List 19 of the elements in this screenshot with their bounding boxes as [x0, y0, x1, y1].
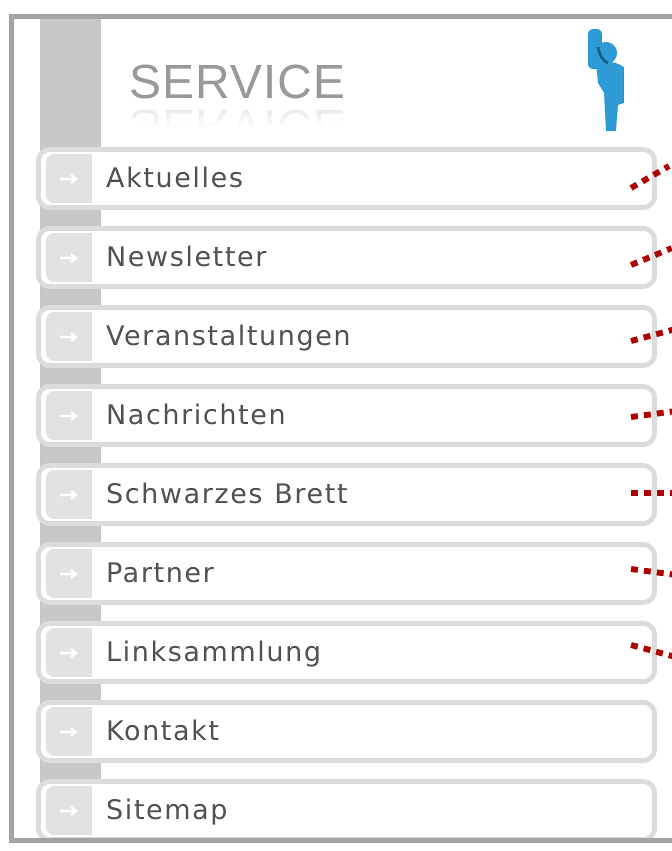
- menu-item[interactable]: Linksammlung: [36, 621, 657, 684]
- menu-item[interactable]: Aktuelles: [36, 147, 657, 210]
- arrow-right-icon: [59, 804, 79, 816]
- menu-item[interactable]: Nachrichten: [36, 384, 657, 447]
- menu-item[interactable]: Veranstaltungen: [36, 305, 657, 368]
- menu-item[interactable]: Newsletter: [36, 226, 657, 289]
- arrow-right-icon: [59, 726, 79, 738]
- menu-item[interactable]: Sitemap: [36, 779, 657, 838]
- menu-item[interactable]: Partner: [36, 542, 657, 605]
- arrow-right-icon: [59, 172, 79, 184]
- arrow-right-icon: [59, 410, 79, 422]
- arrow-right-icon: [59, 330, 79, 342]
- arrow-right-icon: [59, 646, 79, 658]
- service-heading: SERVICE: [129, 55, 346, 110]
- menu-item[interactable]: Kontakt: [36, 700, 657, 763]
- menu-item[interactable]: Schwarzes Brett: [36, 463, 657, 526]
- arrow-right-icon: [59, 488, 79, 500]
- arrow-right-icon: [59, 568, 79, 580]
- arrow-right-icon: [59, 252, 79, 264]
